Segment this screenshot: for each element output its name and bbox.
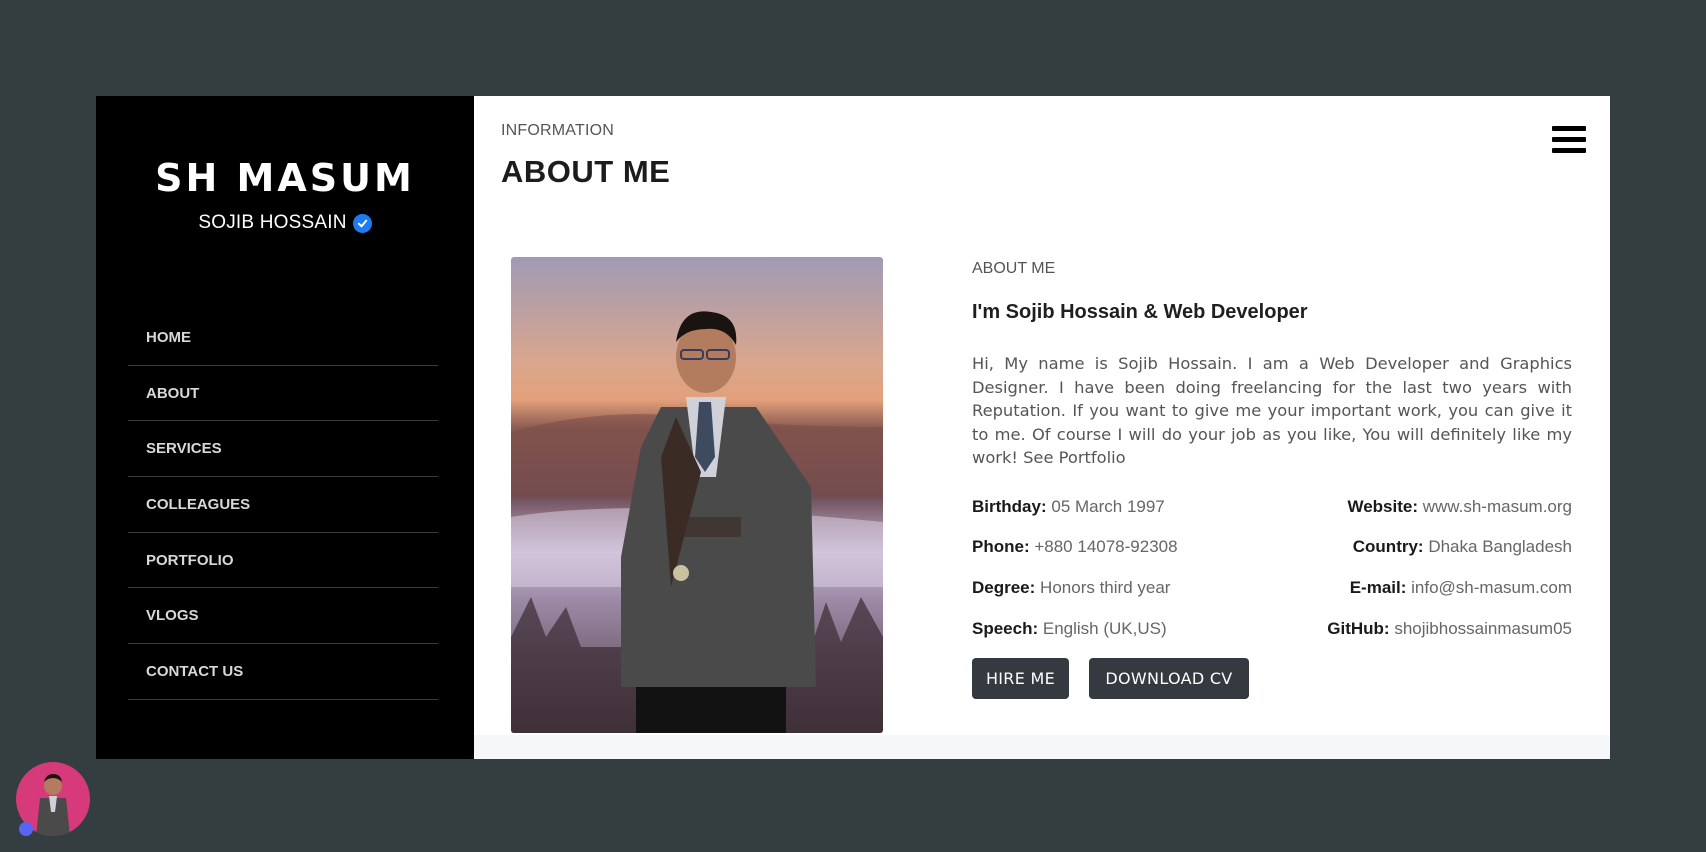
sidebar-nav: HOME ABOUT SERVICES COLLEAGUES PORTFOLIO…: [128, 310, 438, 700]
info-value: info@sh-masum.com: [1411, 578, 1572, 597]
info-row: Speech: English (UK,US) GitHub: shojibho…: [972, 619, 1572, 643]
brand-subtitle-label: SOJIB HOSSAIN: [198, 212, 347, 233]
hire-me-button[interactable]: HIRE ME: [972, 658, 1069, 699]
info-label: Website:: [1347, 497, 1418, 516]
nav-item-about[interactable]: ABOUT: [128, 366, 438, 422]
info-label: E-mail:: [1349, 578, 1407, 597]
hamburger-icon[interactable]: [1552, 126, 1586, 154]
brand-title: SH MASUM: [155, 156, 415, 200]
info-left: Phone: +880 14078-92308: [972, 537, 1178, 561]
online-status-dot: [19, 822, 33, 836]
info-label: Speech:: [972, 619, 1039, 638]
about-paragraph: Hi, My name is Sojib Hossain. I am a Web…: [972, 354, 1572, 467]
page-title: ABOUT ME: [501, 154, 671, 189]
about-eyebrow: ABOUT ME: [972, 260, 1056, 277]
info-row: Degree: Honors third year E-mail: info@s…: [972, 578, 1572, 602]
sidebar: SH MASUM SOJIB HOSSAIN HOME ABOUT SERVIC…: [96, 96, 474, 759]
info-left: Degree: Honors third year: [972, 578, 1170, 602]
profile-photo: [511, 257, 883, 733]
info-right: Country: Dhaka Bangladesh: [1353, 537, 1572, 561]
download-cv-button[interactable]: DOWNLOAD CV: [1089, 658, 1249, 699]
brand: SH MASUM SOJIB HOSSAIN: [96, 156, 474, 234]
info-right: E-mail: info@sh-masum.com: [1350, 578, 1572, 602]
info-right: Website: www.sh-masum.org: [1347, 497, 1572, 521]
bottom-strip: [474, 735, 1610, 759]
info-label: Birthday:: [972, 497, 1047, 516]
info-value: shojibhossainmasum05: [1394, 619, 1572, 638]
about-heading: I'm Sojib Hossain & Web Developer: [972, 301, 1308, 323]
section-eyebrow: INFORMATION: [501, 122, 615, 139]
info-label: Phone:: [972, 537, 1030, 556]
nav-item-services[interactable]: SERVICES: [128, 421, 438, 478]
info-label: Degree:: [972, 578, 1036, 597]
nav-item-colleagues[interactable]: COLLEAGUES: [128, 477, 438, 533]
nav-item-contact-us[interactable]: CONTACT US: [128, 644, 438, 700]
nav-item-home[interactable]: HOME: [128, 310, 438, 366]
info-row: Birthday: 05 March 1997 Website: www.sh-…: [972, 497, 1572, 521]
site-frame: SH MASUM SOJIB HOSSAIN HOME ABOUT SERVIC…: [96, 96, 1610, 759]
nav-item-portfolio[interactable]: PORTFOLIO: [128, 533, 438, 589]
info-row: Phone: +880 14078-92308 Country: Dhaka B…: [972, 537, 1572, 561]
info-value: +880 14078-92308: [1034, 537, 1178, 556]
info-value: English (UK,US): [1042, 619, 1167, 638]
verified-badge-icon: [352, 213, 372, 233]
info-label: GitHub:: [1327, 619, 1390, 638]
nav-item-vlogs[interactable]: VLOGS: [128, 588, 438, 645]
info-value: www.sh-masum.org: [1422, 497, 1572, 516]
info-right: GitHub: shojibhossainmasum05: [1327, 619, 1572, 643]
main-content: INFORMATION ABOUT ME ABOUT ME I'm Sojib …: [474, 96, 1610, 759]
info-label: Country:: [1352, 537, 1424, 556]
info-value: Dhaka Bangladesh: [1428, 537, 1572, 556]
info-value: Honors third year: [1040, 578, 1171, 597]
info-value: 05 March 1997: [1051, 497, 1165, 516]
info-left: Birthday: 05 March 1997: [972, 497, 1165, 521]
info-left: Speech: English (UK,US): [972, 619, 1167, 643]
brand-subtitle: SOJIB HOSSAIN: [198, 212, 372, 234]
